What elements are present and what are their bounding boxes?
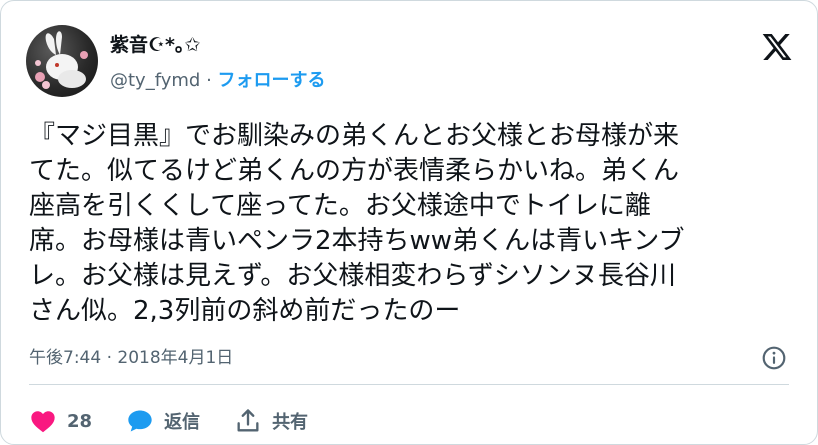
like-count: 28: [67, 410, 93, 432]
speech-bubble-icon: [126, 407, 154, 435]
author-block: 紫音☪︎*｡✩ @ty_fymd · フォローする: [110, 33, 326, 93]
tweet-text: 『マジ目黒』でお馴染みの弟くんとお父様とお母様が来 てた。似てるけど弟くんの方が…: [29, 121, 685, 326]
author-handle[interactable]: @ty_fymd: [110, 70, 200, 91]
action-bar: 28 返信 共有: [29, 405, 342, 437]
author-display-name[interactable]: 紫音☪︎*｡✩: [110, 33, 326, 57]
follow-button[interactable]: フォローする: [218, 70, 326, 91]
tweet-timestamp[interactable]: 午後7:44 · 2018年4月1日: [29, 348, 233, 368]
reply-button[interactable]: 返信: [126, 407, 200, 435]
avatar-image: [35, 31, 88, 89]
tweet-header: 紫音☪︎*｡✩ @ty_fymd · フォローする: [26, 25, 797, 105]
avatar[interactable]: [26, 25, 98, 97]
divider: [29, 384, 789, 385]
author-meta: @ty_fymd · フォローする: [110, 69, 326, 93]
tweet-card: 紫音☪︎*｡✩ @ty_fymd · フォローする 『マジ目黒』でお馴染みの弟く…: [0, 0, 818, 445]
info-icon[interactable]: [761, 345, 787, 371]
x-logo-icon[interactable]: [761, 31, 793, 63]
timestamp-row: 午後7:44 · 2018年4月1日: [29, 345, 787, 371]
like-button[interactable]: 28: [29, 407, 92, 435]
heart-icon: [29, 407, 57, 435]
share-button[interactable]: 共有: [234, 407, 308, 435]
meta-separator: ·: [206, 70, 212, 91]
share-upload-icon: [234, 407, 262, 435]
reply-label: 返信: [164, 412, 201, 433]
share-label: 共有: [272, 412, 309, 433]
